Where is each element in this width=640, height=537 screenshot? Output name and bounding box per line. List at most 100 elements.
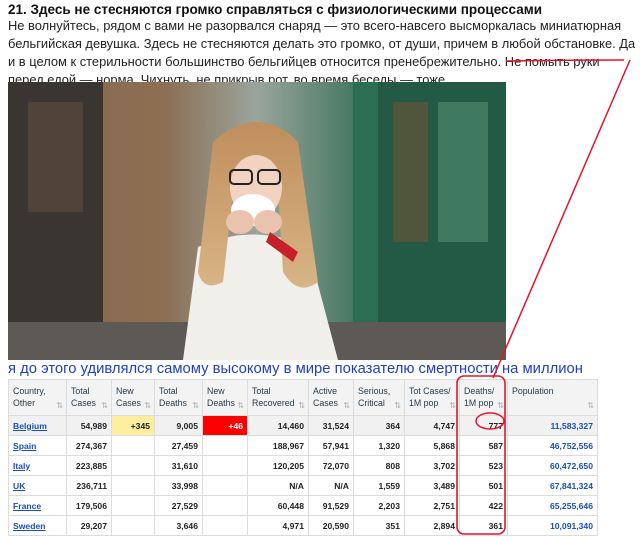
table-cell: 72,070: [308, 455, 354, 476]
country-link[interactable]: UK: [13, 481, 25, 491]
column-header[interactable]: New Deaths ⇅: [202, 379, 248, 416]
table-cell: 188,967: [247, 435, 309, 456]
column-header[interactable]: New Cases ⇅: [111, 379, 155, 416]
table-cell: [111, 455, 155, 476]
table-row: Italy 223,885 31,610 120,205 72,070 808 …: [8, 455, 598, 476]
sort-icon[interactable]: ⇅: [56, 400, 63, 412]
column-header[interactable]: Population ⇅: [507, 379, 598, 416]
sort-icon[interactable]: ⇅: [192, 400, 199, 412]
table-cell: 351: [353, 515, 405, 536]
sort-icon[interactable]: ⇅: [394, 400, 401, 412]
table-cell: 236,711: [66, 475, 112, 496]
table-cell: [111, 515, 155, 536]
column-header[interactable]: Total Deaths ⇅: [154, 379, 203, 416]
country-link[interactable]: Belgium: [13, 421, 47, 431]
table-cell: 4,971: [247, 515, 309, 536]
sort-icon[interactable]: ⇅: [449, 400, 456, 412]
new-deaths-cell: +46: [202, 415, 248, 436]
table-cell: 31,610: [154, 455, 203, 476]
population-cell: 46,752,556: [507, 435, 598, 456]
table-cell: 3,489: [404, 475, 460, 496]
table-header-row: Country, Other ⇅ Total Cases ⇅ New Cases ⇅ …: [8, 379, 598, 416]
table-cell: [111, 495, 155, 516]
deaths-per-million-cell: 361: [459, 515, 508, 536]
country-cell[interactable]: Belgium: [8, 415, 67, 436]
table-cell: 120,205: [247, 455, 309, 476]
table-cell: 4,747: [404, 415, 460, 436]
population-cell: 65,255,646: [507, 495, 598, 516]
population-cell: 60,472,650: [507, 455, 598, 476]
country-cell[interactable]: Italy: [8, 455, 67, 476]
deaths-per-million-cell: 422: [459, 495, 508, 516]
table-row: Sweden 29,207 3,646 4,971 20,590 351 2,8…: [8, 515, 598, 536]
population-cell: 67,841,324: [507, 475, 598, 496]
table-cell: 2,751: [404, 495, 460, 516]
sort-icon[interactable]: ⇅: [587, 400, 594, 412]
table-cell: [111, 475, 155, 496]
table-cell: N/A: [247, 475, 309, 496]
country-link[interactable]: Sweden: [13, 521, 45, 531]
table-cell: 9,005: [154, 415, 203, 436]
country-cell[interactable]: Spain: [8, 435, 67, 456]
column-header[interactable]: Total Cases ⇅: [66, 379, 112, 416]
table-cell: 2,894: [404, 515, 460, 536]
country-cell[interactable]: Sweden: [8, 515, 67, 536]
table-cell: 223,885: [66, 455, 112, 476]
country-link[interactable]: France: [13, 501, 41, 511]
table-row: Spain 274,367 27,459 188,967 57,941 1,32…: [8, 435, 598, 456]
table-cell: 31,524: [308, 415, 354, 436]
column-header[interactable]: Total Recovered ⇅: [247, 379, 309, 416]
table-cell: [202, 475, 248, 496]
article-heading: 21. Здесь не стесняются громко справлять…: [8, 2, 543, 17]
deaths-per-million-cell: 501: [459, 475, 508, 496]
deaths-per-million-cell: 523: [459, 455, 508, 476]
population-cell: 11,583,327: [507, 415, 598, 436]
woman-blowing-nose-photo: [8, 82, 506, 360]
table-cell: 27,529: [154, 495, 203, 516]
table-cell: 14,460: [247, 415, 309, 436]
table-cell: 60,448: [247, 495, 309, 516]
sort-icon[interactable]: ⇅: [298, 400, 305, 412]
sort-icon[interactable]: ⇅: [497, 400, 504, 412]
new-cases-cell: +345: [111, 415, 155, 436]
column-header[interactable]: Country, Other ⇅: [8, 379, 67, 416]
country-link[interactable]: Italy: [13, 461, 30, 471]
article-paragraph: Не волнуйтесь, рядом с вами не разорвалс…: [8, 18, 636, 87]
table-cell: 3,702: [404, 455, 460, 476]
photo-caption: я до этого удивлялся самому высокому в м…: [8, 361, 583, 377]
deaths-per-million-cell: 777: [459, 415, 508, 436]
table-cell: 5,868: [404, 435, 460, 456]
annotation-pointer-line: [492, 59, 631, 379]
table-cell: 808: [353, 455, 405, 476]
table-cell: N/A: [308, 475, 354, 496]
table-cell: [202, 455, 248, 476]
country-cell[interactable]: France: [8, 495, 67, 516]
column-header[interactable]: Deaths/ 1M pop ⇅: [459, 379, 508, 416]
table-cell: 1,559: [353, 475, 405, 496]
table-cell: [202, 515, 248, 536]
table-cell: 20,590: [308, 515, 354, 536]
column-header[interactable]: Active Cases ⇅: [308, 379, 354, 416]
deaths-per-million-cell: 587: [459, 435, 508, 456]
table-cell: 274,367: [66, 435, 112, 456]
population-cell: 10,091,340: [507, 515, 598, 536]
column-header[interactable]: Tot Cases/ 1M pop ⇅: [404, 379, 460, 416]
table-cell: 2,203: [353, 495, 405, 516]
table-row: UK 236,711 33,998 N/A N/A 1,559 3,489 50…: [8, 475, 598, 496]
table-cell: [202, 435, 248, 456]
sort-icon[interactable]: ⇅: [343, 400, 350, 412]
sort-icon[interactable]: ⇅: [101, 400, 108, 412]
table-cell: 29,207: [66, 515, 112, 536]
table-cell: 3,646: [154, 515, 203, 536]
country-link[interactable]: Spain: [13, 441, 36, 451]
country-cell[interactable]: UK: [8, 475, 67, 496]
table-row: France 179,506 27,529 60,448 91,529 2,20…: [8, 495, 598, 516]
table-cell: 27,459: [154, 435, 203, 456]
sort-icon[interactable]: ⇅: [144, 400, 151, 412]
table-cell: 57,941: [308, 435, 354, 456]
table-cell: 179,506: [66, 495, 112, 516]
sort-icon[interactable]: ⇅: [237, 400, 244, 412]
column-header[interactable]: Serious, Critical ⇅: [353, 379, 405, 416]
table-cell: [202, 495, 248, 516]
table-cell: 91,529: [308, 495, 354, 516]
